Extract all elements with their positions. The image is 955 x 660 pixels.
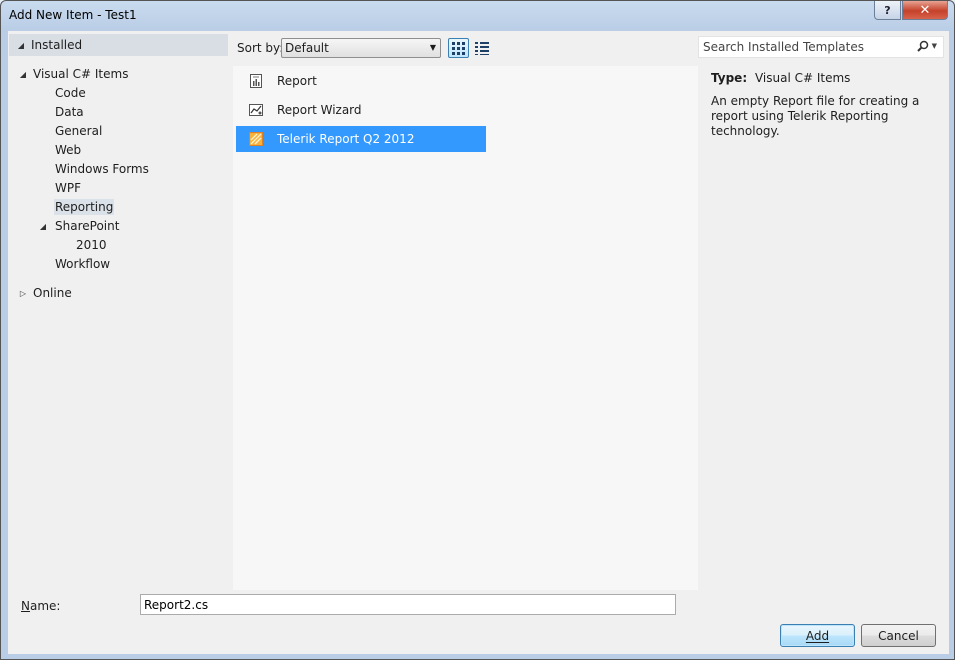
sort-by-value: Default — [285, 41, 329, 55]
report-icon — [250, 74, 262, 88]
telerik-report-icon — [249, 132, 263, 146]
tree-node-data[interactable]: Data — [55, 103, 84, 121]
name-input[interactable] — [140, 594, 676, 615]
template-details-panel: Type: Visual C# Items An empty Report fi… — [698, 66, 949, 590]
collapsed-triangle-icon[interactable]: ▷ — [17, 289, 29, 298]
template-item-telerik-report[interactable]: Telerik Report Q2 2012 — [236, 126, 486, 152]
title-bar: Add New Item - Test1 ? ✕ — [1, 1, 954, 31]
help-icon: ? — [884, 3, 891, 17]
sort-by-label: Sort by: — [237, 41, 284, 55]
tree-node-workflow[interactable]: Workflow — [55, 255, 110, 273]
tree-node-general[interactable]: General — [55, 122, 102, 140]
dialog-body: ◢ Installed ◢ Visual C# Items Code Data … — [8, 31, 949, 654]
expanded-triangle-icon[interactable]: ◢ — [17, 70, 29, 79]
search-dropdown[interactable]: ▼ — [916, 40, 937, 52]
search-icon — [916, 40, 928, 52]
tree-node-visual-csharp-items[interactable]: ◢ Visual C# Items — [17, 65, 129, 83]
search-placeholder: Search Installed Templates — [703, 40, 864, 54]
grid-view-icon — [452, 41, 465, 55]
cancel-button-label: Cancel — [878, 628, 919, 643]
list-view-icon — [474, 41, 489, 55]
cancel-button[interactable]: Cancel — [861, 624, 936, 647]
add-button[interactable]: Add — [780, 624, 855, 647]
window-title: Add New Item - Test1 — [9, 8, 137, 22]
tree-node-wpf[interactable]: WPF — [55, 179, 81, 197]
expanded-triangle-icon[interactable]: ◢ — [15, 41, 27, 50]
template-label: Telerik Report Q2 2012 — [277, 132, 415, 146]
tree-node-web[interactable]: Web — [55, 141, 81, 159]
tree-node-reporting[interactable]: Reporting — [54, 198, 115, 216]
installed-label: Installed — [31, 38, 83, 52]
add-button-label: Add — [805, 628, 830, 643]
template-description: An empty Report file for creating a repo… — [711, 94, 920, 138]
expanded-triangle-icon[interactable]: ◢ — [37, 222, 49, 231]
tree-node-windows-forms[interactable]: Windows Forms — [55, 160, 149, 178]
help-button[interactable]: ? — [874, 1, 901, 20]
sort-by-dropdown[interactable]: Default ▼ — [281, 38, 441, 58]
search-installed-templates-box[interactable]: Search Installed Templates ▼ — [698, 36, 944, 58]
tree-node-sharepoint[interactable]: ◢ SharePoint — [37, 217, 120, 235]
medium-icons-view-button[interactable] — [448, 38, 469, 58]
close-icon: ✕ — [919, 2, 931, 18]
template-category-tree: ◢ Installed ◢ Visual C# Items Code Data … — [8, 31, 233, 591]
template-item-report-wizard[interactable]: Report Wizard — [236, 97, 486, 123]
template-type: Type: Visual C# Items — [711, 71, 850, 85]
template-item-report[interactable]: Report — [236, 68, 486, 94]
name-label: Name: — [21, 599, 61, 613]
tree-node-code[interactable]: Code — [55, 84, 86, 102]
close-button[interactable]: ✕ — [902, 1, 948, 20]
add-new-item-dialog: Add New Item - Test1 ? ✕ ◢ Installed ◢ V… — [0, 0, 955, 660]
small-icons-view-button[interactable] — [471, 38, 492, 58]
template-list: Report Report Wizard Telerik Report Q2 2… — [233, 66, 698, 590]
tree-node-online[interactable]: ▷ Online — [17, 284, 72, 302]
tree-node-sharepoint-2010[interactable]: 2010 — [76, 236, 107, 254]
type-value: Visual C# Items — [754, 71, 851, 85]
report-wizard-icon — [249, 104, 263, 116]
tree-header-installed[interactable]: ◢ Installed — [9, 34, 228, 56]
chevron-down-icon: ▼ — [931, 42, 937, 50]
type-label: Type: — [711, 71, 748, 85]
template-label: Report Wizard — [277, 103, 362, 117]
dropdown-arrow-icon: ▼ — [429, 43, 436, 52]
template-label: Report — [277, 74, 317, 88]
